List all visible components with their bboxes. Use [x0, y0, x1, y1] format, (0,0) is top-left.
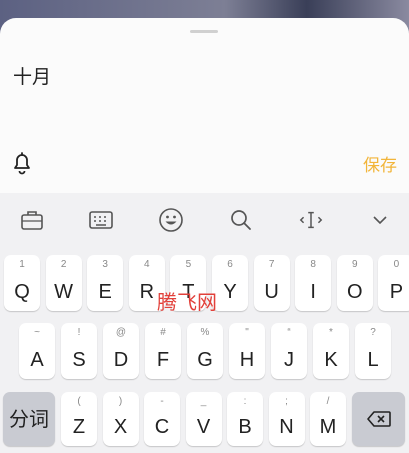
key-label: E [98, 281, 112, 303]
key-label: G [197, 349, 213, 371]
key-label: D [113, 349, 129, 371]
key-g[interactable]: % G [187, 323, 223, 379]
key-hint: * [329, 327, 333, 338]
key-label: H [239, 349, 255, 371]
key-hint: ! [77, 327, 81, 338]
key-hint: ; [285, 396, 288, 407]
key-hint: 4 [144, 259, 150, 270]
key-label: N [279, 416, 294, 438]
key-x[interactable]: ) X [102, 392, 139, 446]
key-hint: 8 [310, 259, 316, 270]
key-m[interactable]: / M [310, 392, 346, 446]
key-hint: # [160, 327, 166, 338]
note-text-field[interactable]: 十月 [13, 62, 51, 89]
key-s[interactable]: ! S [61, 323, 97, 379]
key-hint: - [160, 396, 164, 407]
key-hint: _ [200, 396, 207, 407]
key-hint: 7 [268, 259, 275, 270]
key-label: I [310, 281, 316, 303]
key-label: X [113, 416, 128, 438]
backspace-key[interactable] [352, 392, 405, 446]
key-label: B [238, 416, 252, 438]
key-label: F [156, 349, 170, 371]
key-i[interactable]: 8I [295, 255, 332, 311]
key-hint: @ [115, 327, 127, 338]
search-icon[interactable] [228, 207, 254, 233]
key-hint: ( [77, 396, 81, 407]
key-hint: / [326, 396, 330, 407]
key-b[interactable]: :B [227, 392, 263, 446]
watermark: 腾飞网 [157, 290, 217, 314]
keyboard: 1Q2W3E4R5T6Y7U8I9O0P ~ A! S @ D # F% G " H “J * K? L … [0, 193, 409, 453]
key-label: K [324, 349, 338, 371]
drag-handle[interactable] [190, 30, 218, 33]
key-hint: ~ [34, 327, 40, 338]
key-hint: “ [287, 327, 291, 338]
key-hint: " [245, 327, 249, 338]
key-label: A [30, 349, 44, 371]
keyboard-toolbar [0, 193, 409, 245]
key-hint: ) [118, 396, 123, 407]
key-label: Q [14, 281, 30, 303]
key-k[interactable]: * K [313, 323, 349, 379]
key-label: J [284, 349, 294, 371]
key-h[interactable]: " H [229, 323, 265, 379]
key-hint: 9 [352, 259, 358, 270]
key-hint: % [200, 327, 210, 338]
key-e[interactable]: 3E [87, 255, 124, 311]
key-label: Y [223, 281, 237, 303]
keyboard-icon[interactable] [88, 207, 114, 233]
key-label: U [264, 281, 279, 303]
key-hint: 1 [19, 259, 25, 270]
key-f[interactable]: # F [145, 323, 181, 379]
segment-key[interactable]: 分词 [3, 392, 55, 446]
key-z[interactable]: (Z [61, 392, 97, 446]
emoji-icon[interactable] [158, 207, 184, 233]
key-hint: 6 [227, 259, 233, 270]
backspace-icon [367, 411, 391, 427]
key-hint: 0 [393, 259, 400, 270]
key-y[interactable]: 6Y [212, 255, 248, 311]
save-button[interactable]: 保存 [363, 151, 397, 176]
key-label: M [319, 416, 337, 438]
key-label: O [347, 281, 363, 303]
key-label: V [196, 416, 211, 438]
key-hint: 5 [185, 259, 192, 270]
key-n[interactable]: ; N [268, 392, 305, 446]
key-hint: 3 [102, 259, 108, 270]
key-label: Z [72, 416, 86, 438]
key-p[interactable]: 0P [378, 255, 409, 311]
key-hint: : [243, 396, 247, 407]
key-v[interactable]: _ V [185, 392, 222, 446]
key-c[interactable]: -C [144, 392, 180, 446]
key-label: P [389, 281, 404, 303]
briefcase-icon[interactable] [19, 207, 45, 233]
key-a[interactable]: ~ A [19, 323, 55, 379]
note-sheet: 十月 保存 [0, 18, 409, 193]
reminder-bell-icon[interactable] [11, 151, 33, 175]
key-label: S [72, 349, 86, 371]
chevron-down-icon[interactable] [367, 207, 393, 233]
key-q[interactable]: 1Q [4, 255, 40, 311]
key-label: W [54, 281, 74, 303]
key-j[interactable]: “J [271, 323, 307, 379]
key-l[interactable]: ? L [355, 323, 391, 379]
key-u[interactable]: 7U [253, 255, 290, 311]
segment-key-label: 分词 [9, 409, 49, 431]
key-w[interactable]: 2W [45, 255, 82, 311]
key-d[interactable]: @ D [103, 323, 139, 379]
text-cursor-icon[interactable] [298, 207, 324, 233]
key-label: C [154, 416, 170, 438]
key-o[interactable]: 9O [336, 255, 373, 311]
key-label: L [367, 349, 379, 371]
key-hint: ? [370, 327, 376, 338]
key-hint: 2 [60, 259, 67, 270]
